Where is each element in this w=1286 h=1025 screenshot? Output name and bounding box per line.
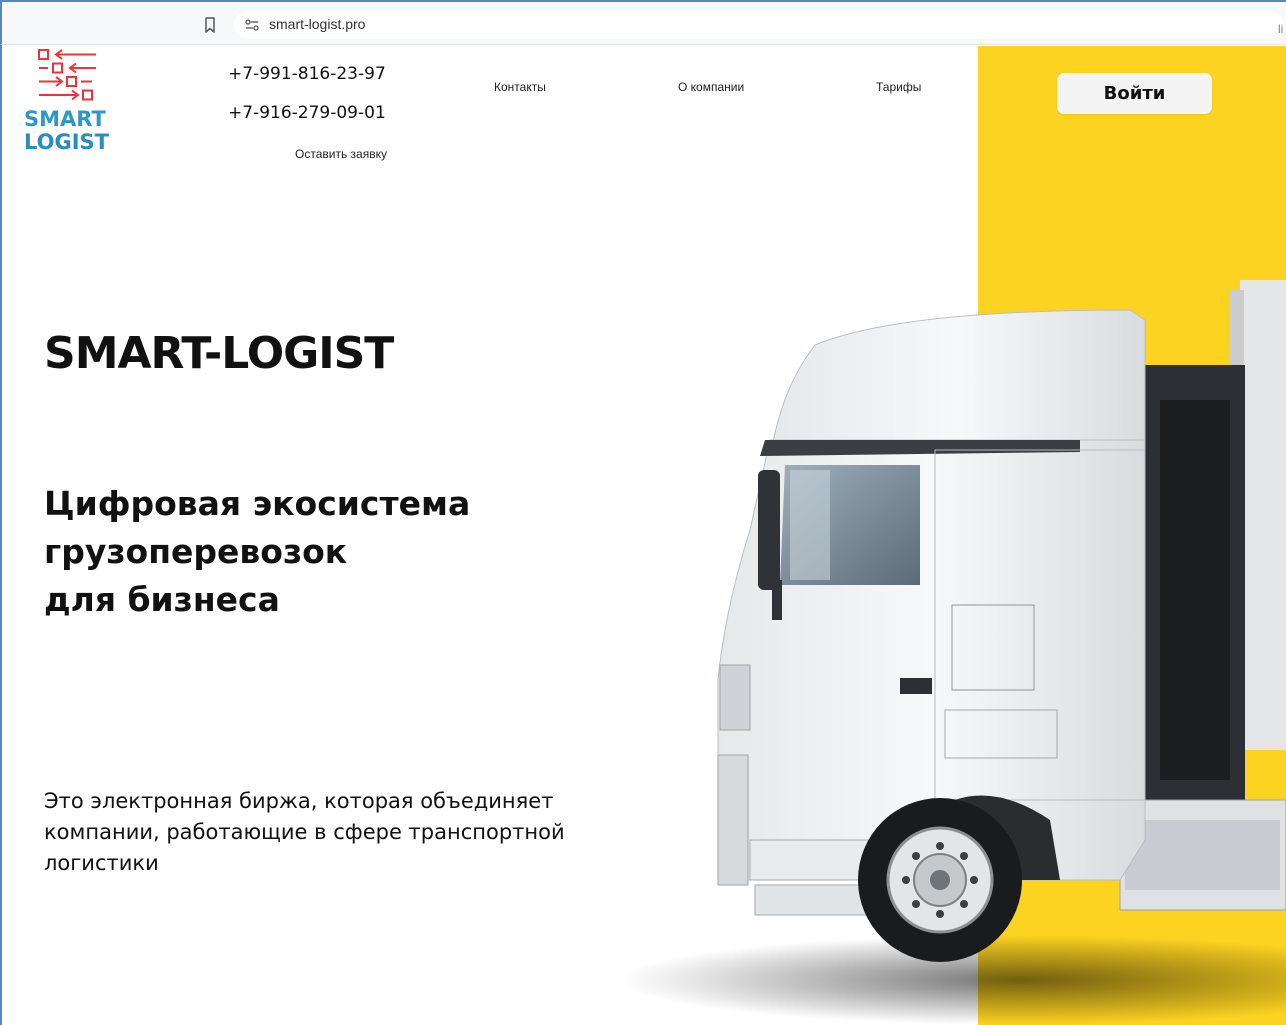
url-text: smart-logist.pro [269,16,366,32]
site-settings-icon[interactable] [244,17,260,33]
bookmark-icon[interactable] [201,16,219,34]
login-button[interactable]: Войти [1057,73,1212,114]
site-logo[interactable]: SMART LOGIST [22,48,132,158]
nav-tariffs[interactable]: Тарифы [876,80,921,94]
url-field[interactable]: smart-logist.pro [234,11,1284,39]
hero-subtitle-line: Цифровая экосистема [44,484,471,523]
leave-request-link[interactable]: Оставить заявку [295,147,387,161]
nav-about-company[interactable]: О компании [678,80,744,94]
hero-title: SMART-LOGIST [44,328,394,379]
browser-address-bar: smart-logist.pro li [0,0,1286,45]
hero-description: Это электронная биржа, которая объединяе… [44,789,565,875]
window-border [0,0,2,1025]
phone-link-2[interactable]: +7-916-279-09-01 [228,103,386,123]
hero-subtitle-line: грузоперевозок [44,532,348,571]
phone-link-1[interactable]: +7-991-816-23-97 [228,64,386,84]
logo-arrows-icon [38,49,96,101]
hero-subtitle: Цифровая экосистема грузоперевозок для б… [44,480,564,624]
logo-text-smart: SMART [24,107,106,131]
nav-contacts[interactable]: Контакты [494,80,546,94]
logo-text-logist: LOGIST [24,130,109,154]
truck-image [620,280,1286,1025]
hero-subtitle-line: для бизнеса [44,580,280,619]
toolbar-extension-icon[interactable]: li [1278,22,1283,36]
